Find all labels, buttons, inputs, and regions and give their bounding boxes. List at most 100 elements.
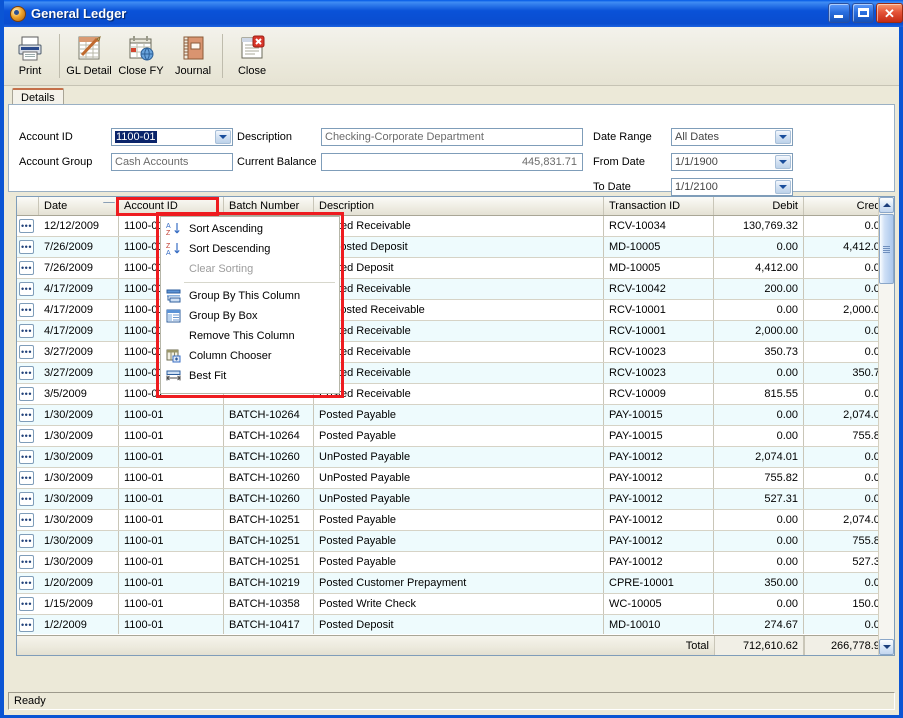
chevron-down-icon[interactable] [775,130,791,144]
chevron-down-icon[interactable] [775,180,791,194]
toolbar-button-print[interactable]: Print [4,30,56,82]
ellipsis-button-icon[interactable]: ••• [19,282,34,296]
ellipsis-button-icon[interactable]: ••• [19,471,34,485]
context-menu-item-group-by-box[interactable]: Group By Box [161,306,339,326]
description-field[interactable]: Checking-Corporate Department [321,128,583,146]
column-header-date[interactable]: Date [39,197,119,215]
column-header-transaction_id[interactable]: Transaction ID [604,197,714,215]
ellipsis-button-icon[interactable]: ••• [19,492,34,506]
chevron-down-icon[interactable] [215,130,231,144]
maximize-button[interactable] [852,3,874,23]
row-indicator-cell[interactable]: ••• [17,363,39,383]
table-row[interactable]: ••• 4/17/2009 1100-01 UnPosted Receivable RC… [17,300,894,321]
row-indicator-cell[interactable]: ••• [17,321,39,341]
cell-debit: 0.00 [714,510,804,530]
ellipsis-button-icon[interactable]: ••• [19,345,34,359]
context-menu-item-group-by-this-column[interactable]: Group By This Column [161,286,339,306]
ellipsis-button-icon[interactable]: ••• [19,219,34,233]
row-indicator-cell[interactable]: ••• [17,531,39,551]
account-group-field[interactable]: Cash Accounts [111,153,233,171]
from-date-combo[interactable]: 1/1/1900 [671,153,793,171]
row-indicator-cell[interactable]: ••• [17,426,39,446]
toolbar: Print GL Detail Close FY Journal Close [4,27,899,86]
row-indicator-cell[interactable]: ••• [17,258,39,278]
context-menu-item-best-fit[interactable]: Best Fit [161,366,339,386]
row-indicator-cell[interactable]: ••• [17,237,39,257]
table-row[interactable]: ••• 1/30/2009 1100-01 BATCH-10251 Posted Pay… [17,531,894,552]
cell-batch_number: BATCH-10251 [224,552,314,572]
table-row[interactable]: ••• 1/30/2009 1100-01 BATCH-10260 UnPosted P… [17,447,894,468]
tab-details[interactable]: Details [12,88,64,105]
ellipsis-button-icon[interactable]: ••• [19,534,34,548]
column-header-label: Transaction ID [609,200,681,212]
cell-debit: 350.00 [714,573,804,593]
row-indicator-cell[interactable]: ••• [17,552,39,572]
row-indicator-cell[interactable]: ••• [17,300,39,320]
ellipsis-button-icon[interactable]: ••• [19,324,34,338]
context-menu-item-remove-this-column[interactable]: Remove This Column [161,326,339,346]
table-row[interactable]: ••• 1/30/2009 1100-01 BATCH-10260 UnPosted P… [17,489,894,510]
row-indicator-cell[interactable]: ••• [17,510,39,530]
table-row[interactable]: ••• 1/30/2009 1100-01 BATCH-10264 Posted Pay… [17,426,894,447]
row-indicator-cell[interactable]: ••• [17,573,39,593]
toolbar-button-close[interactable]: Close [226,30,278,82]
table-row[interactable]: ••• 4/17/2009 1100-01 Posted Receivable RCV-… [17,279,894,300]
table-row[interactable]: ••• 1/15/2009 1100-01 BATCH-10358 Posted Wri… [17,594,894,615]
toolbar-button-close-fy[interactable]: Close FY [115,30,167,82]
table-row[interactable]: ••• 3/5/2009 1100-01 Posted Receivable RCV-1… [17,384,894,405]
table-row[interactable]: ••• 7/26/2009 1100-01 Posted Deposit MD-1000… [17,258,894,279]
row-indicator-cell[interactable]: ••• [17,594,39,614]
row-indicator-cell[interactable]: ••• [17,216,39,236]
column-header-description[interactable]: Description [314,197,604,215]
table-row[interactable]: ••• 1/2/2009 1100-01 BATCH-10417 Posted Depo… [17,615,894,634]
date-range-combo[interactable]: All Dates [671,128,793,146]
close-button[interactable]: ✕ [876,3,903,23]
context-menu-item-sort-ascending[interactable]: A Z Sort Ascending [161,219,339,239]
ellipsis-button-icon[interactable]: ••• [19,618,34,632]
table-row[interactable]: ••• 1/30/2009 1100-01 BATCH-10251 Posted Pay… [17,552,894,573]
ellipsis-button-icon[interactable]: ••• [19,261,34,275]
grid-vertical-scrollbar[interactable] [878,197,894,655]
ellipsis-button-icon[interactable]: ••• [19,450,34,464]
ellipsis-button-icon[interactable]: ••• [19,303,34,317]
table-row[interactable]: ••• 3/27/2009 1100-01 Posted Receivable RCV-… [17,342,894,363]
toolbar-button-journal[interactable]: Journal [167,30,219,82]
context-menu-item-column-chooser[interactable]: Column Chooser [161,346,339,366]
table-row[interactable]: ••• 1/30/2009 1100-01 BATCH-10260 UnPosted P… [17,468,894,489]
table-row[interactable]: ••• 1/20/2009 1100-01 BATCH-10219 Posted Cus… [17,573,894,594]
row-indicator-cell[interactable]: ••• [17,279,39,299]
scroll-down-button[interactable] [879,639,894,655]
ellipsis-button-icon[interactable]: ••• [19,513,34,527]
row-indicator-cell[interactable]: ••• [17,384,39,404]
row-indicator-cell[interactable]: ••• [17,615,39,634]
minimize-button[interactable] [828,3,850,23]
ellipsis-button-icon[interactable]: ••• [19,576,34,590]
table-row[interactable]: ••• 1/30/2009 1100-01 BATCH-10251 Posted Pay… [17,510,894,531]
table-row[interactable]: ••• 3/27/2009 1100-01 Posted Receivable RCV-… [17,363,894,384]
chevron-down-icon[interactable] [775,155,791,169]
ellipsis-button-icon[interactable]: ••• [19,597,34,611]
column-header-debit[interactable]: Debit [714,197,804,215]
to-date-combo[interactable]: 1/1/2100 [671,178,793,196]
ellipsis-button-icon[interactable]: ••• [19,366,34,380]
table-row[interactable]: ••• 4/17/2009 1100-01 Posted Receivable RCV-… [17,321,894,342]
row-indicator-cell[interactable]: ••• [17,447,39,467]
table-row[interactable]: ••• 7/26/2009 1100-01 UnPosted Deposit MD-10… [17,237,894,258]
column-header-indicator[interactable] [17,197,39,215]
ellipsis-button-icon[interactable]: ••• [19,555,34,569]
table-row[interactable]: ••• 12/12/2009 1100-01 Posted Receivable RCV… [17,216,894,237]
context-menu-item-sort-descending[interactable]: Z A Sort Descending [161,239,339,259]
row-indicator-cell[interactable]: ••• [17,342,39,362]
toolbar-button-gl-detail[interactable]: GL Detail [63,30,115,82]
table-row[interactable]: ••• 1/30/2009 1100-01 BATCH-10264 Posted Pay… [17,405,894,426]
ellipsis-button-icon[interactable]: ••• [19,240,34,254]
ellipsis-button-icon[interactable]: ••• [19,387,34,401]
scroll-up-button[interactable] [879,197,894,213]
row-indicator-cell[interactable]: ••• [17,405,39,425]
row-indicator-cell[interactable]: ••• [17,489,39,509]
account-id-combo[interactable]: 1100-01 [111,128,233,146]
ellipsis-button-icon[interactable]: ••• [19,408,34,422]
row-indicator-cell[interactable]: ••• [17,468,39,488]
scrollbar-thumb[interactable] [879,214,894,284]
ellipsis-button-icon[interactable]: ••• [19,429,34,443]
